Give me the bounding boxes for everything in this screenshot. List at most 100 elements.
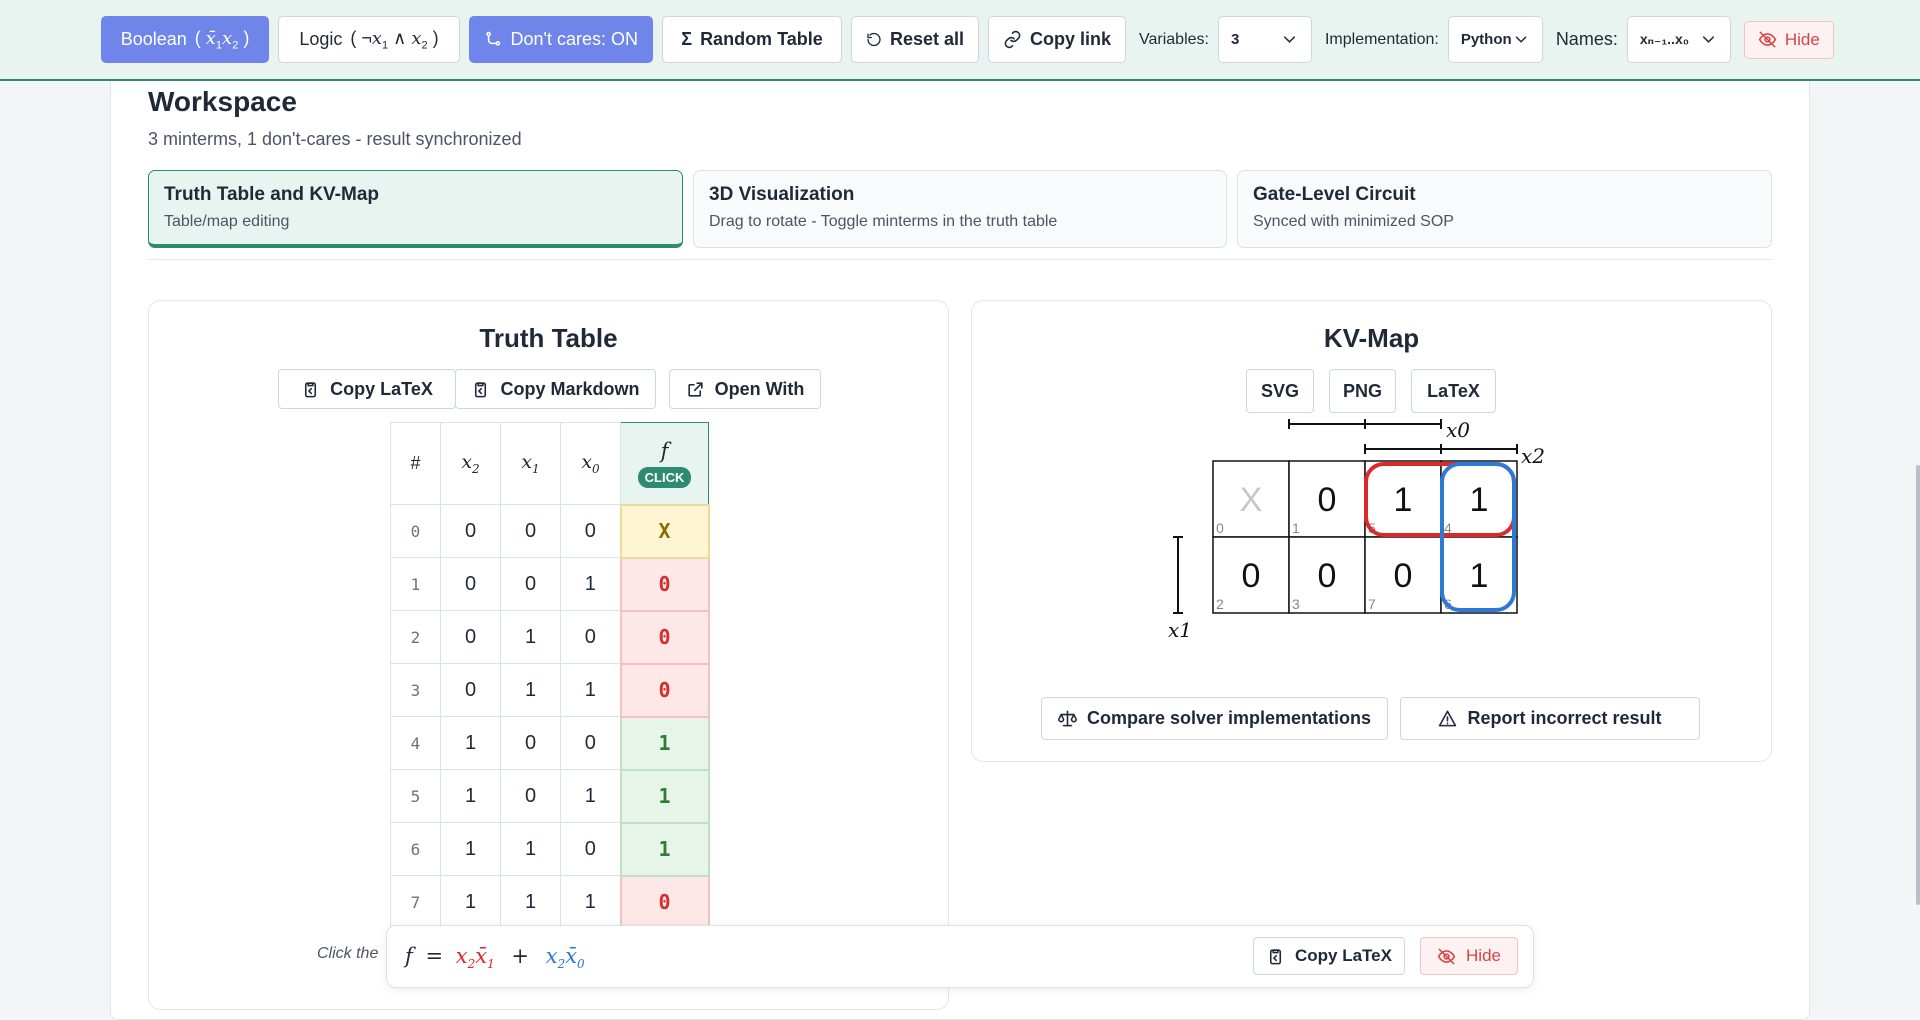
reset-icon bbox=[867, 32, 881, 47]
cell-x1: 1 bbox=[500, 663, 561, 717]
kv-cell[interactable]: 01 bbox=[1288, 460, 1366, 538]
report-incorrect-button[interactable]: Report incorrect result bbox=[1400, 697, 1700, 740]
kv-cell-index: 7 bbox=[1368, 596, 1376, 612]
export-svg-label: SVG bbox=[1260, 380, 1299, 401]
open-with-button[interactable]: Open With bbox=[669, 369, 821, 409]
tab-title: Truth Table and KV-Map bbox=[164, 184, 379, 205]
header-index: # bbox=[390, 422, 441, 505]
table-row: 51011 bbox=[390, 768, 710, 824]
cell-x2: 1 bbox=[440, 769, 501, 823]
kv-cell[interactable]: 07 bbox=[1364, 536, 1442, 614]
copy-latex-button[interactable]: Copy LaTeX bbox=[278, 369, 456, 409]
row-index: 2 bbox=[390, 610, 441, 664]
formula-hide-label: Hide bbox=[1466, 946, 1501, 965]
x0-label: x0 bbox=[1446, 418, 1470, 442]
reset-all-button[interactable]: Reset all bbox=[851, 16, 979, 63]
boolean-notation-button[interactable]: Boolean ( x̄1x2 ) bbox=[101, 16, 269, 63]
cell-x1: 0 bbox=[500, 769, 561, 823]
export-png-button[interactable]: PNG bbox=[1329, 369, 1396, 413]
row-index: 7 bbox=[390, 875, 441, 929]
formula-copy-latex-label: Copy LaTeX bbox=[1295, 946, 1392, 965]
branch-icon bbox=[486, 31, 501, 46]
toolbar-hide-button[interactable]: Hide bbox=[1743, 20, 1834, 59]
kv-cell[interactable]: 16 bbox=[1440, 536, 1518, 614]
kv-cell-index: 3 bbox=[1292, 596, 1300, 612]
kv-cell-value: 0 bbox=[1242, 557, 1261, 595]
cell-x0: 1 bbox=[560, 875, 621, 929]
random-table-button[interactable]: Σ Random Table bbox=[662, 16, 842, 63]
truth-table-title: Truth Table bbox=[479, 323, 618, 353]
names-value: xₙ₋₁..x₀ bbox=[1639, 31, 1690, 47]
tab-truth-table-kv-map[interactable]: Truth Table and KV-Map Table/map editing bbox=[148, 170, 683, 248]
workspace-title: Workspace bbox=[148, 86, 297, 117]
link-icon bbox=[1004, 30, 1021, 49]
reset-all-label: Reset all bbox=[889, 29, 964, 49]
variables-select[interactable]: 3 bbox=[1217, 16, 1312, 63]
report-incorrect-label: Report incorrect result bbox=[1467, 708, 1662, 728]
formula-copy-latex-button[interactable]: Copy LaTeX bbox=[1253, 937, 1405, 975]
page-scrollbar-thumb[interactable] bbox=[1916, 465, 1920, 905]
table-row: 61101 bbox=[390, 821, 710, 877]
cell-x0: 0 bbox=[560, 610, 621, 664]
cell-x2: 1 bbox=[440, 875, 501, 929]
table-row: 0000X bbox=[390, 503, 710, 559]
boolean-label: Boolean bbox=[120, 29, 187, 49]
tab-divider bbox=[148, 259, 1772, 260]
sigma-icon: Σ bbox=[681, 29, 693, 49]
kv-cell[interactable]: 14 bbox=[1440, 460, 1518, 538]
copy-markdown-label: Copy Markdown bbox=[500, 378, 640, 399]
output-cell[interactable]: 0 bbox=[619, 556, 710, 612]
header-x0: x0 bbox=[560, 422, 621, 505]
header-f[interactable]: f CLICK bbox=[620, 422, 709, 505]
tab-gate-level-circuit[interactable]: Gate-Level Circuit Synced with minimized… bbox=[1237, 170, 1772, 248]
clipboard-icon bbox=[475, 381, 487, 397]
variables-label: Variables: bbox=[1139, 30, 1209, 48]
cell-x0: 1 bbox=[560, 769, 621, 823]
tab-3d-visualization[interactable]: 3D Visualization Drag to rotate - Toggle… bbox=[693, 170, 1227, 248]
row-index: 5 bbox=[390, 769, 441, 823]
dont-cares-toggle[interactable]: Don't cares: ON bbox=[469, 16, 653, 63]
cell-x0: 0 bbox=[560, 504, 621, 558]
cell-x2: 0 bbox=[440, 610, 501, 664]
kv-cell-value: 1 bbox=[1470, 481, 1489, 519]
output-cell[interactable]: 0 bbox=[619, 874, 710, 930]
copy-link-button[interactable]: Copy link bbox=[988, 16, 1126, 63]
output-cell[interactable]: X bbox=[619, 503, 710, 559]
output-cell[interactable]: 1 bbox=[619, 715, 710, 771]
formula-equals: = bbox=[425, 944, 444, 968]
cell-x0: 0 bbox=[560, 822, 621, 876]
output-cell[interactable]: 0 bbox=[619, 662, 710, 718]
header-x1: x1 bbox=[500, 422, 561, 505]
kv-cell[interactable]: 15 bbox=[1364, 460, 1442, 538]
copy-markdown-button[interactable]: Copy Markdown bbox=[455, 369, 656, 409]
kv-cell[interactable]: X0 bbox=[1212, 460, 1290, 538]
cell-x1: 1 bbox=[500, 610, 561, 664]
scale-icon bbox=[1057, 710, 1077, 727]
minimized-formula: f = x2x̄1 + x2x̄0 bbox=[405, 944, 585, 971]
export-latex-button[interactable]: LaTeX bbox=[1411, 369, 1496, 413]
export-svg-button[interactable]: SVG bbox=[1246, 369, 1314, 413]
kv-cell-value: 0 bbox=[1318, 481, 1337, 519]
output-cell[interactable]: 1 bbox=[619, 768, 710, 824]
implementation-select[interactable]: Python bbox=[1447, 16, 1543, 63]
kv-cell[interactable]: 03 bbox=[1288, 536, 1366, 614]
row-index: 6 bbox=[390, 822, 441, 876]
table-row: 30110 bbox=[390, 662, 710, 718]
kv-cell-value: 0 bbox=[1318, 557, 1337, 595]
logic-notation-button[interactable]: Logic ( ¬x1 ∧ x2 ) bbox=[278, 16, 460, 63]
formula-hide-button[interactable]: Hide bbox=[1420, 937, 1518, 975]
output-cell[interactable]: 1 bbox=[619, 821, 710, 877]
kv-cell[interactable]: 02 bbox=[1212, 536, 1290, 614]
row-index: 1 bbox=[390, 557, 441, 611]
logic-label: Logic bbox=[299, 29, 343, 49]
output-cell[interactable]: 0 bbox=[619, 609, 710, 665]
kv-map-title: KV-Map bbox=[1323, 323, 1420, 353]
compare-solvers-label: Compare solver implementations bbox=[1086, 708, 1372, 728]
names-select[interactable]: xₙ₋₁..x₀ bbox=[1626, 16, 1731, 63]
compare-solvers-button[interactable]: Compare solver implementations bbox=[1041, 697, 1388, 740]
cell-x1: 1 bbox=[500, 875, 561, 929]
tab-title: Gate-Level Circuit bbox=[1253, 184, 1416, 205]
tab-desc: Synced with minimized SOP bbox=[1253, 213, 1454, 230]
clipboard-icon bbox=[305, 381, 317, 397]
random-table-label: Random Table bbox=[700, 29, 823, 49]
